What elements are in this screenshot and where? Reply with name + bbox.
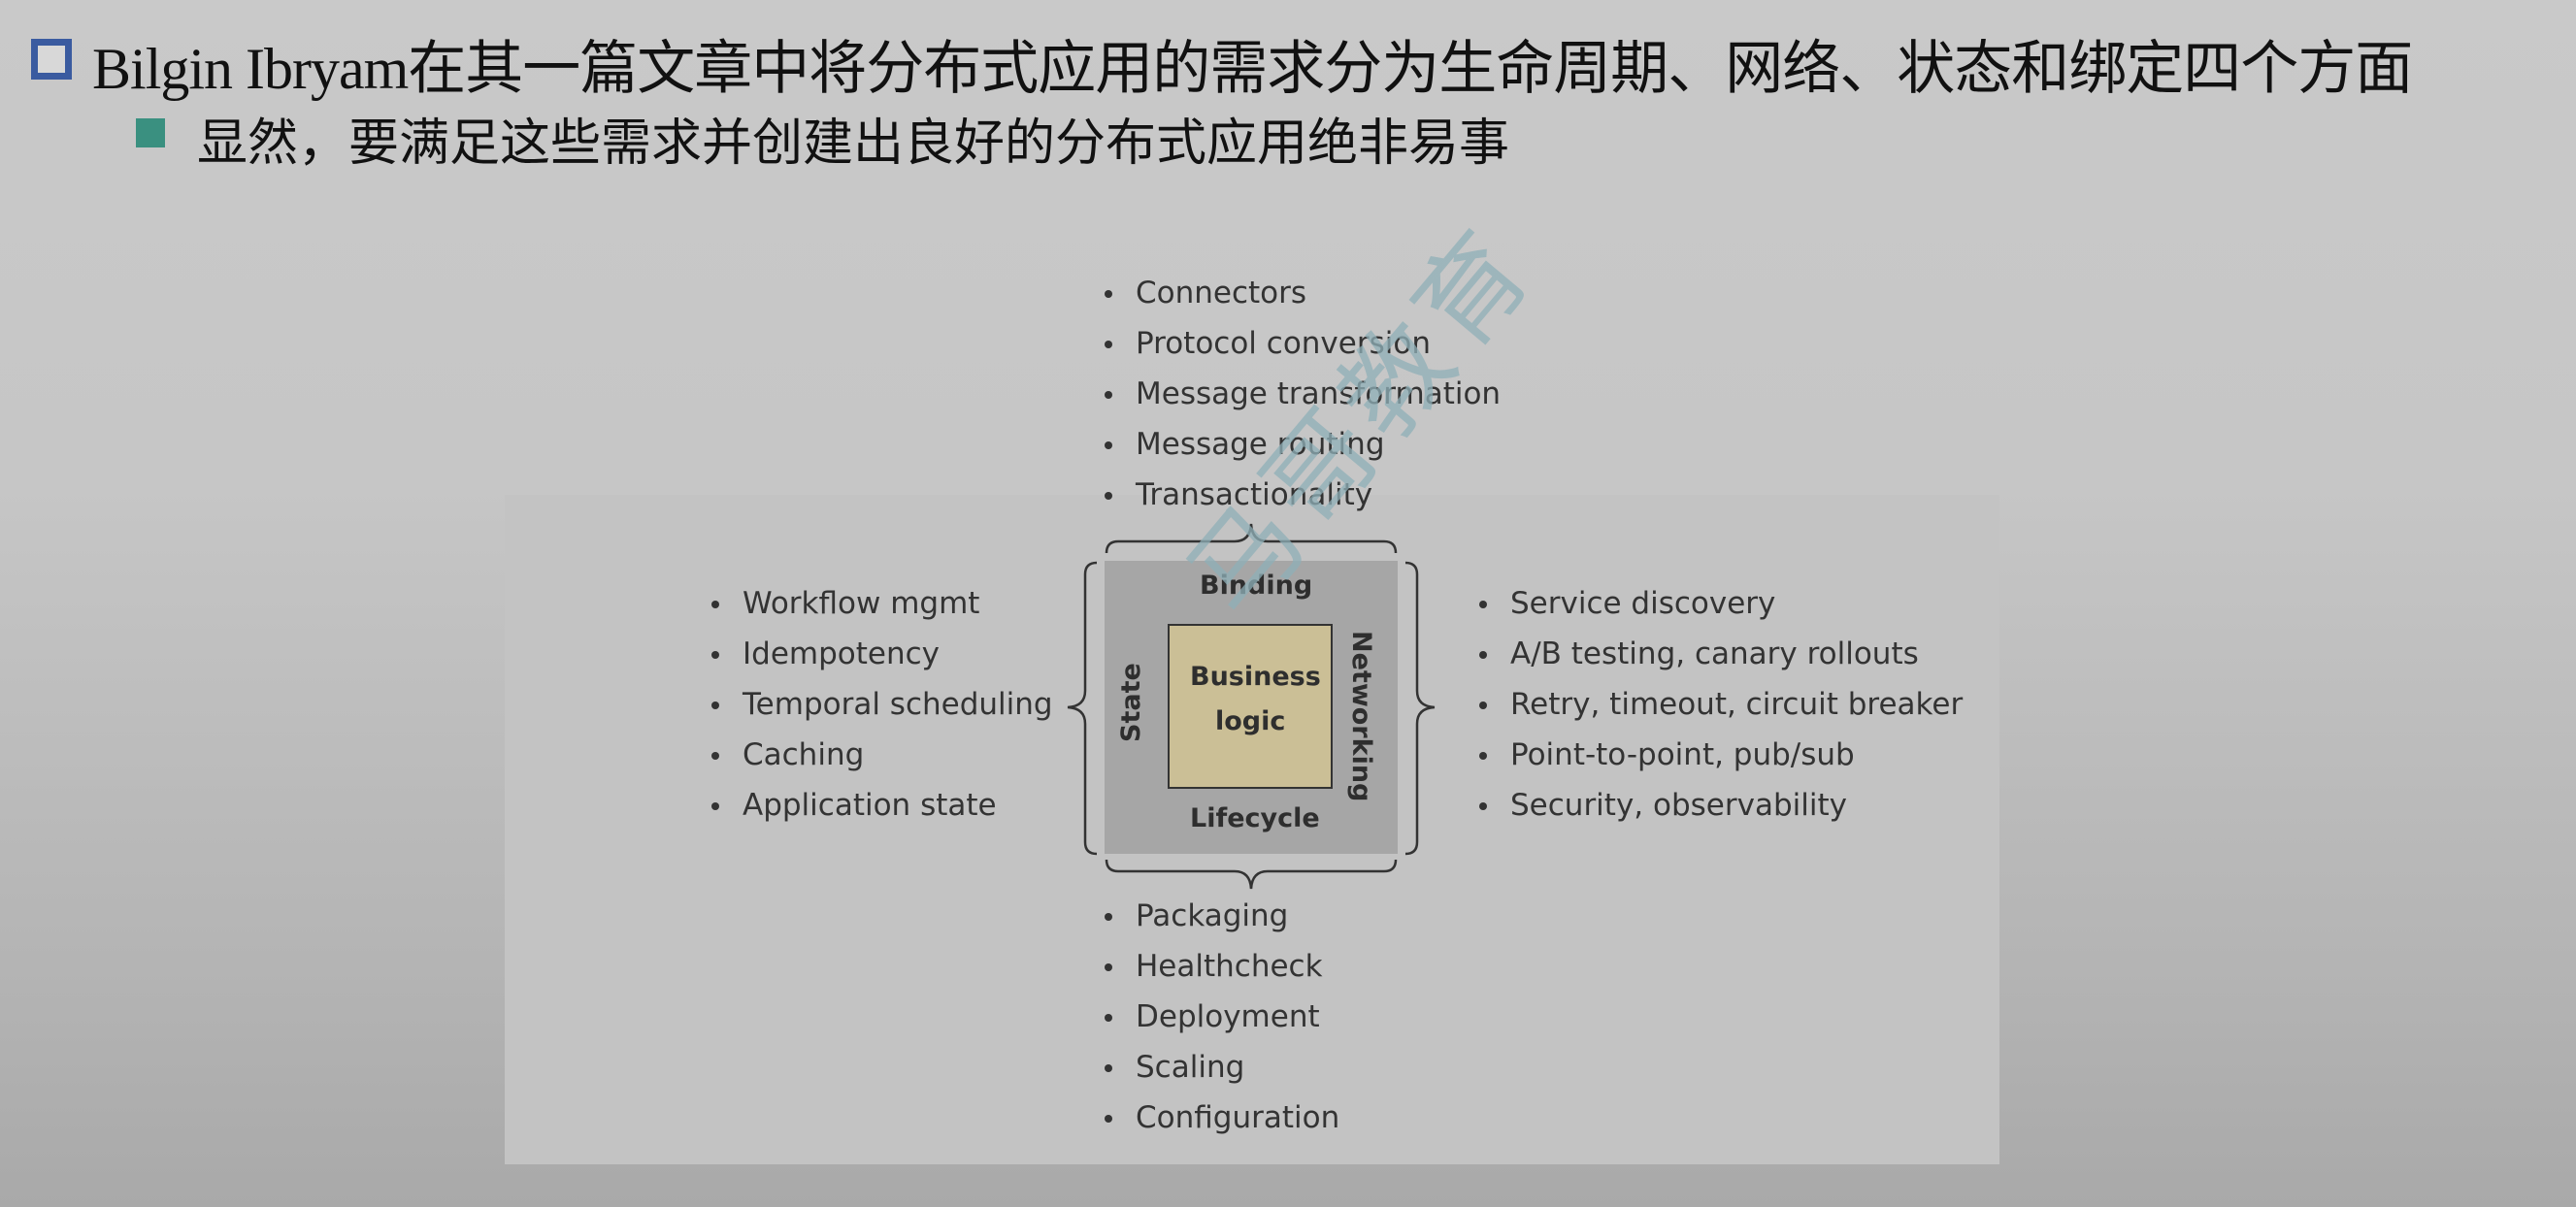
state-label: State [1116, 663, 1146, 742]
logic-label: logic [1215, 706, 1286, 736]
networking-label: Networking [1346, 631, 1376, 802]
left-brace [1067, 561, 1098, 856]
lifecycle-label: Lifecycle [1190, 803, 1320, 833]
right-brace [1404, 561, 1436, 856]
bottom-brace [1105, 859, 1398, 890]
business-label: Business [1190, 662, 1321, 692]
